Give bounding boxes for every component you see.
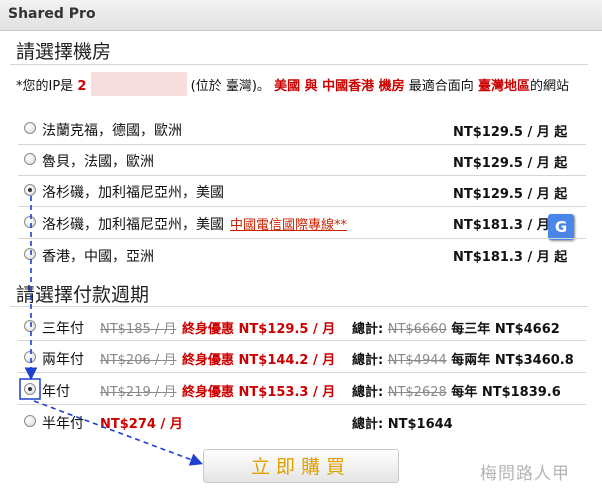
arrow-billing-to-buy [33, 400, 203, 466]
annotation-arrows [19, 196, 203, 466]
selection-highlight-box [19, 378, 41, 400]
watermark: 梅問路人甲 [480, 464, 570, 484]
